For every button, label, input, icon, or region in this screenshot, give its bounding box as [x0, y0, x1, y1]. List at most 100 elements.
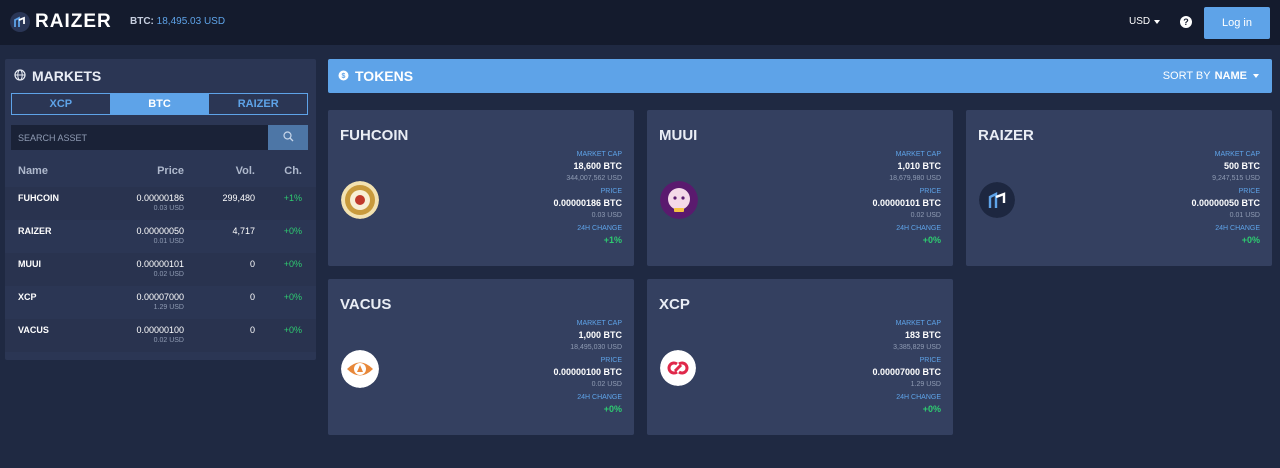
table-row[interactable]: MUUI 0.00000101 0.02 USD 0 +0%: [5, 253, 316, 286]
currency-selector[interactable]: USD: [1129, 16, 1161, 27]
column-volume[interactable]: Vol.: [236, 165, 255, 177]
asset-volume: 0: [249, 292, 255, 302]
market-cap-usd: 9,247,515 USD: [1212, 175, 1260, 182]
token-card-fuhcoin[interactable]: FUHCOIN MARKET CAP 18,600 BTC 344,007,56…: [328, 110, 634, 266]
change-value: +0%: [922, 404, 941, 414]
tab-btc[interactable]: BTC: [109, 94, 209, 114]
vacus-logo-icon: [341, 350, 379, 388]
asset-volume: 4,717: [232, 226, 255, 236]
price-usd: 0.02 USD: [591, 381, 622, 388]
market-cap-value: 1,000 BTC: [578, 330, 622, 340]
help-icon[interactable]: ?: [1180, 16, 1192, 28]
asset-change: +0%: [283, 292, 302, 302]
token-card-xcp[interactable]: XCP MARKET CAP 183 BTC 3,385,829 USD PRI…: [647, 279, 953, 435]
btc-price-value: 18,495.03 USD: [156, 16, 226, 27]
table-row[interactable]: RAIZER 0.00000050 0.01 USD 4,717 +0%: [5, 220, 316, 253]
search-icon: [282, 129, 294, 147]
price-label: PRICE: [919, 188, 941, 195]
token-card-muui[interactable]: MUUI MARKET CAP 1,010 BTC 18,679,980 USD…: [647, 110, 953, 266]
market-cap-label: MARKET CAP: [895, 320, 941, 327]
search-input[interactable]: [11, 125, 268, 150]
table-row[interactable]: XCP 0.00007000 1.29 USD 0 +0%: [5, 286, 316, 319]
markets-title: MARKETS: [32, 68, 102, 84]
token-metrics: MARKET CAP 500 BTC 9,247,515 USD PRICE 0…: [1191, 150, 1260, 247]
change-value: +1%: [603, 235, 622, 245]
market-cap-usd: 18,495,030 USD: [570, 344, 622, 351]
token-name: RAIZER: [978, 127, 1034, 144]
tokens-header: $ TOKENS SORT BY NAME: [328, 59, 1272, 93]
token-metrics: MARKET CAP 18,600 BTC 344,007,562 USD PR…: [553, 150, 622, 247]
sort-label: SORT BY: [1162, 70, 1211, 82]
price-value: 0.00007000 BTC: [872, 367, 941, 377]
brand-logo[interactable]: RAIZER: [10, 11, 112, 33]
markets-table-header: Name Price Vol. Ch.: [5, 165, 316, 181]
asset-volume: 0: [249, 325, 255, 335]
asset-name: VACUS: [18, 325, 49, 335]
sort-dropdown[interactable]: SORT BY NAME: [1163, 70, 1259, 82]
asset-name: XCP: [18, 292, 37, 302]
column-change[interactable]: Ch.: [284, 165, 302, 177]
table-row[interactable]: FUHCOIN 0.00000186 0.03 USD 299,480 +1%: [5, 187, 316, 220]
chevron-down-icon: [1154, 19, 1161, 24]
xcp-logo-icon: [660, 350, 696, 386]
change-label: 24H CHANGE: [577, 225, 622, 232]
tab-raizer[interactable]: RAIZER: [208, 94, 307, 114]
market-tabs: XCP BTC RAIZER: [11, 93, 308, 115]
change-label: 24H CHANGE: [1215, 225, 1260, 232]
table-row[interactable]: VACUS 0.00000100 0.02 USD 0 +0%: [5, 319, 316, 352]
market-cap-value: 1,010 BTC: [897, 161, 941, 171]
fuhcoin-logo-icon: [341, 181, 379, 219]
change-label: 24H CHANGE: [896, 394, 941, 401]
token-name: VACUS: [340, 296, 392, 313]
market-cap-usd: 3,385,829 USD: [893, 344, 941, 351]
market-cap-value: 18,600 BTC: [573, 161, 622, 171]
token-name: MUUI: [659, 127, 698, 144]
asset-change: +0%: [283, 325, 302, 335]
token-card-vacus[interactable]: VACUS MARKET CAP 1,000 BTC 18,495,030 US…: [328, 279, 634, 435]
asset-change: +0%: [283, 226, 302, 236]
price-value: 0.00000101 BTC: [872, 198, 941, 208]
token-metrics: MARKET CAP 183 BTC 3,385,829 USD PRICE 0…: [872, 319, 941, 416]
asset-change: +0%: [283, 259, 302, 269]
token-metrics: MARKET CAP 1,010 BTC 18,679,980 USD PRIC…: [872, 150, 941, 247]
price-label: PRICE: [600, 357, 622, 364]
asset-search: [11, 125, 308, 150]
price-label: PRICE: [600, 188, 622, 195]
tab-xcp[interactable]: XCP: [12, 94, 110, 114]
muui-logo-icon: [660, 181, 698, 219]
column-price[interactable]: Price: [157, 165, 184, 177]
market-cap-label: MARKET CAP: [895, 151, 941, 158]
search-button[interactable]: [268, 125, 308, 150]
asset-name: FUHCOIN: [18, 193, 59, 203]
btc-price-ticker: BTC: 18,495.03 USD: [130, 16, 225, 27]
change-label: 24H CHANGE: [896, 225, 941, 232]
market-cap-usd: 18,679,980 USD: [889, 175, 941, 182]
asset-price-usd: 0.02 USD: [153, 271, 184, 278]
price-value: 0.00000186 BTC: [553, 198, 622, 208]
price-usd: 0.03 USD: [591, 212, 622, 219]
asset-name: RAIZER: [18, 226, 52, 236]
asset-price: 0.00000101: [136, 259, 184, 269]
market-cap-value: 183 BTC: [904, 330, 941, 340]
login-button[interactable]: Log in: [1204, 7, 1270, 39]
market-cap-label: MARKET CAP: [1214, 151, 1260, 158]
change-value: +0%: [922, 235, 941, 245]
change-value: +0%: [1241, 235, 1260, 245]
markets-panel: MARKETS XCP BTC RAIZER Name Price Vol. C…: [5, 59, 316, 360]
top-navbar: RAIZER BTC: 18,495.03 USD USD ? Log in: [0, 0, 1280, 45]
asset-price: 0.00000050: [136, 226, 184, 236]
dollar-coin-icon: $: [338, 68, 349, 84]
asset-name: MUUI: [18, 259, 41, 269]
svg-text:$: $: [342, 73, 346, 80]
market-cap-label: MARKET CAP: [576, 151, 622, 158]
token-card-raizer[interactable]: RAIZER MARKET CAP 500 BTC 9,247,515 USD …: [966, 110, 1272, 266]
asset-volume: 0: [249, 259, 255, 269]
token-metrics: MARKET CAP 1,000 BTC 18,495,030 USD PRIC…: [553, 319, 622, 416]
raizer-logo-icon: [979, 182, 1015, 218]
price-value: 0.00000100 BTC: [553, 367, 622, 377]
raizer-logo-icon: [10, 12, 30, 32]
brand-name: RAIZER: [35, 11, 112, 32]
asset-price: 0.00007000: [136, 292, 184, 302]
btc-price-label: BTC:: [130, 16, 154, 27]
column-name[interactable]: Name: [18, 165, 48, 177]
